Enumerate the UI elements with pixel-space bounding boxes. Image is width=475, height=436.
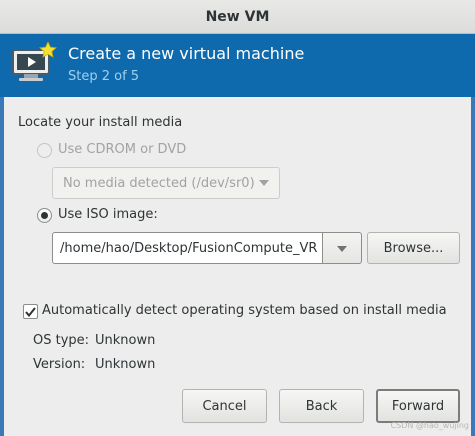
- wizard-content: Locate your install media Use CDROM or D…: [4, 97, 471, 436]
- forward-label: Forward: [391, 398, 445, 414]
- os-type-label: OS type:: [33, 333, 90, 348]
- watermark: CSDN @hao_wujing: [390, 421, 469, 430]
- iso-path-value: /home/hao/Desktop/FusionCompute_VR: [60, 240, 318, 256]
- auto-detect-label: Automatically detect operating system ba…: [42, 303, 447, 318]
- os-type-value: Unknown: [95, 333, 156, 348]
- cancel-button[interactable]: Cancel: [182, 389, 267, 423]
- cdrom-combo-value: No media detected (/dev/sr0): [63, 175, 255, 191]
- wizard-banner: Create a new virtual machine Step 2 of 5: [0, 34, 475, 97]
- version-value: Unknown: [95, 357, 156, 372]
- iso-radio[interactable]: [37, 208, 52, 223]
- chevron-down-icon: [337, 246, 347, 252]
- forward-button[interactable]: Forward: [376, 389, 460, 423]
- back-label: Back: [305, 398, 338, 414]
- checkmark-icon: [25, 306, 36, 317]
- browse-button[interactable]: Browse...: [367, 232, 460, 264]
- banner-title: Create a new virtual machine: [68, 44, 305, 63]
- radio-selected-dot: [41, 212, 48, 219]
- window-title: New VM: [205, 8, 270, 25]
- back-button[interactable]: Back: [279, 389, 364, 423]
- right-edge: [471, 97, 475, 436]
- title-bar[interactable]: New VM: [0, 0, 475, 34]
- cdrom-radio[interactable]: [37, 143, 52, 158]
- section-label: Locate your install media: [18, 115, 183, 130]
- iso-history-dropdown[interactable]: [323, 232, 362, 264]
- step-indicator: Step 2 of 5: [68, 69, 140, 84]
- browse-label: Browse...: [383, 240, 444, 256]
- cdrom-device-combo[interactable]: No media detected (/dev/sr0): [52, 167, 280, 199]
- cancel-label: Cancel: [202, 398, 247, 414]
- cdrom-option-label: Use CDROM or DVD: [58, 142, 187, 157]
- iso-path-input[interactable]: /home/hao/Desktop/FusionCompute_VR: [52, 232, 323, 264]
- vm-monitor-icon: [12, 42, 57, 81]
- auto-detect-checkbox[interactable]: [23, 304, 38, 319]
- version-label: Version:: [33, 357, 86, 372]
- iso-option-label: Use ISO image:: [58, 207, 158, 222]
- chevron-down-icon: [259, 180, 269, 186]
